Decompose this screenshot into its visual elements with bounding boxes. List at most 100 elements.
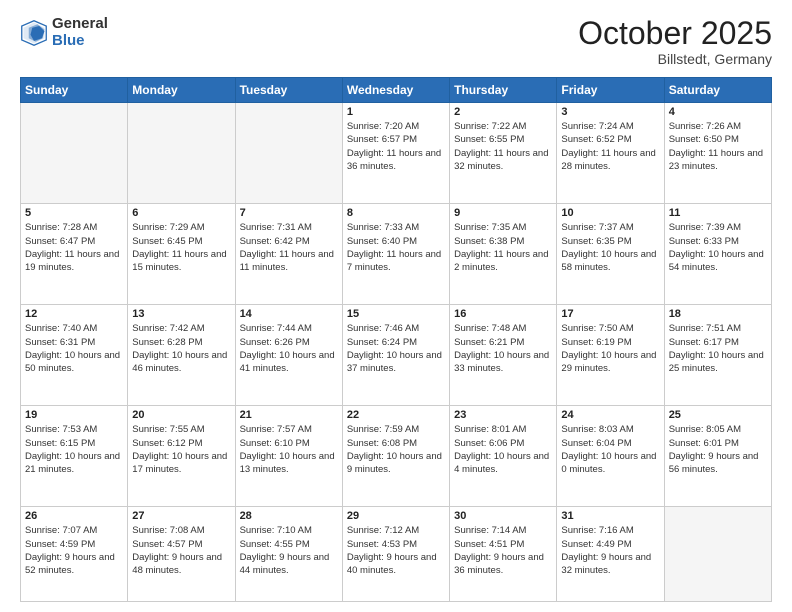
col-sunday: Sunday — [21, 78, 128, 103]
day-info: Sunrise: 7:33 AM Sunset: 6:40 PM Dayligh… — [347, 221, 445, 274]
day-info: Sunrise: 7:24 AM Sunset: 6:52 PM Dayligh… — [561, 120, 659, 173]
day-cell-w2-d2: 7Sunrise: 7:31 AM Sunset: 6:42 PM Daylig… — [235, 204, 342, 305]
col-friday: Friday — [557, 78, 664, 103]
day-cell-w4-d6: 25 Sunrise: 8:05 AM Sunset: 6:01 PM Dayli… — [664, 406, 771, 507]
day-info: Sunrise: 7:35 AM Sunset: 6:38 PM Dayligh… — [454, 221, 552, 274]
day-info: Sunrise: 7:51 AM Sunset: 6:17 PM Dayligh… — [669, 322, 767, 375]
day-number: 4 — [669, 106, 767, 118]
day-number: 15 — [347, 308, 445, 320]
day-number: 1 — [347, 106, 445, 118]
month-title: October 2025 — [578, 16, 772, 51]
day-cell-w1-d2 — [235, 103, 342, 204]
col-thursday: Thursday — [450, 78, 557, 103]
day-cell-w5-d2: 28 Sunrise: 7:10 AM Sunset: 4:55 PM Dayli… — [235, 507, 342, 602]
calendar-table: Sunday Monday Tuesday Wednesday Thursday… — [20, 77, 772, 602]
day-number: 8 — [347, 207, 445, 219]
logo-icon — [20, 19, 48, 47]
day-number: 2 — [454, 106, 552, 118]
day-cell-w5-d3: 29Sunrise: 7:12 AM Sunset: 4:53 PM Dayli… — [342, 507, 449, 602]
day-number: 13 — [132, 308, 230, 320]
day-info: Sunrise: 8:01 AM Sunset: 6:06 PM Dayligh… — [454, 423, 552, 476]
day-number: 9 — [454, 207, 552, 219]
day-cell-w3-d6: 18 Sunrise: 7:51 AM Sunset: 6:17 PM Dayli… — [664, 305, 771, 406]
week-row-2: 5 Sunrise: 7:28 AM Sunset: 6:47 PM Daylig… — [21, 204, 772, 305]
day-info: Sunrise: 7:20 AM Sunset: 6:57 PM Dayligh… — [347, 120, 445, 173]
day-cell-w4-d2: 21Sunrise: 7:57 AM Sunset: 6:10 PM Dayli… — [235, 406, 342, 507]
day-number: 19 — [25, 409, 123, 421]
day-info: Sunrise: 7:53 AM Sunset: 6:15 PM Dayligh… — [25, 423, 123, 476]
day-info: Sunrise: 7:55 AM Sunset: 6:12 PM Dayligh… — [132, 423, 230, 476]
day-cell-w5-d5: 31 Sunrise: 7:16 AM Sunset: 4:49 PM Dayli… — [557, 507, 664, 602]
col-monday: Monday — [128, 78, 235, 103]
day-cell-w3-d2: 14 Sunrise: 7:44 AM Sunset: 6:26 PM Dayli… — [235, 305, 342, 406]
day-cell-w1-d5: 3 Sunrise: 7:24 AM Sunset: 6:52 PM Daylig… — [557, 103, 664, 204]
day-info: Sunrise: 7:48 AM Sunset: 6:21 PM Dayligh… — [454, 322, 552, 375]
day-info: Sunrise: 8:03 AM Sunset: 6:04 PM Dayligh… — [561, 423, 659, 476]
logo-text: General Blue — [52, 16, 108, 49]
title-block: October 2025 Billstedt, Germany — [578, 16, 772, 67]
day-number: 18 — [669, 308, 767, 320]
day-info: Sunrise: 7:07 AM Sunset: 4:59 PM Dayligh… — [25, 524, 123, 577]
day-info: Sunrise: 7:14 AM Sunset: 4:51 PM Dayligh… — [454, 524, 552, 577]
day-cell-w3-d1: 13 Sunrise: 7:42 AM Sunset: 6:28 PM Dayli… — [128, 305, 235, 406]
day-cell-w4-d0: 19 Sunrise: 7:53 AM Sunset: 6:15 PM Dayli… — [21, 406, 128, 507]
day-number: 14 — [240, 308, 338, 320]
location-subtitle: Billstedt, Germany — [578, 51, 772, 67]
day-info: Sunrise: 7:26 AM Sunset: 6:50 PM Dayligh… — [669, 120, 767, 173]
day-cell-w5-d6 — [664, 507, 771, 602]
logo-blue-label: Blue — [52, 33, 108, 50]
day-number: 31 — [561, 510, 659, 522]
day-info: Sunrise: 7:16 AM Sunset: 4:49 PM Dayligh… — [561, 524, 659, 577]
day-number: 22 — [347, 409, 445, 421]
logo-general-label: General — [52, 16, 108, 33]
week-row-3: 12 Sunrise: 7:40 AM Sunset: 6:31 PM Dayli… — [21, 305, 772, 406]
day-cell-w3-d4: 16 Sunrise: 7:48 AM Sunset: 6:21 PM Dayli… — [450, 305, 557, 406]
day-number: 16 — [454, 308, 552, 320]
day-number: 7 — [240, 207, 338, 219]
day-cell-w1-d1 — [128, 103, 235, 204]
day-cell-w4-d4: 23 Sunrise: 8:01 AM Sunset: 6:06 PM Dayli… — [450, 406, 557, 507]
day-number: 28 — [240, 510, 338, 522]
day-cell-w4-d5: 24Sunrise: 8:03 AM Sunset: 6:04 PM Dayli… — [557, 406, 664, 507]
day-info: Sunrise: 7:40 AM Sunset: 6:31 PM Dayligh… — [25, 322, 123, 375]
day-cell-w3-d0: 12 Sunrise: 7:40 AM Sunset: 6:31 PM Dayli… — [21, 305, 128, 406]
day-number: 29 — [347, 510, 445, 522]
day-number: 23 — [454, 409, 552, 421]
day-cell-w2-d1: 6Sunrise: 7:29 AM Sunset: 6:45 PM Daylig… — [128, 204, 235, 305]
day-cell-w3-d3: 15Sunrise: 7:46 AM Sunset: 6:24 PM Dayli… — [342, 305, 449, 406]
logo: General Blue — [20, 16, 108, 49]
day-cell-w2-d0: 5 Sunrise: 7:28 AM Sunset: 6:47 PM Daylig… — [21, 204, 128, 305]
day-info: Sunrise: 7:28 AM Sunset: 6:47 PM Dayligh… — [25, 221, 123, 274]
day-info: Sunrise: 7:08 AM Sunset: 4:57 PM Dayligh… — [132, 524, 230, 577]
day-number: 12 — [25, 308, 123, 320]
day-number: 27 — [132, 510, 230, 522]
day-info: Sunrise: 7:22 AM Sunset: 6:55 PM Dayligh… — [454, 120, 552, 173]
day-number: 20 — [132, 409, 230, 421]
day-number: 5 — [25, 207, 123, 219]
header: General Blue October 2025 Billstedt, Ger… — [20, 16, 772, 67]
day-cell-w1-d4: 2 Sunrise: 7:22 AM Sunset: 6:55 PM Daylig… — [450, 103, 557, 204]
day-info: Sunrise: 7:39 AM Sunset: 6:33 PM Dayligh… — [669, 221, 767, 274]
day-cell-w5-d1: 27 Sunrise: 7:08 AM Sunset: 4:57 PM Dayli… — [128, 507, 235, 602]
day-info: Sunrise: 7:42 AM Sunset: 6:28 PM Dayligh… — [132, 322, 230, 375]
day-cell-w1-d6: 4 Sunrise: 7:26 AM Sunset: 6:50 PM Daylig… — [664, 103, 771, 204]
day-cell-w1-d3: 1 Sunrise: 7:20 AM Sunset: 6:57 PM Daylig… — [342, 103, 449, 204]
col-saturday: Saturday — [664, 78, 771, 103]
day-number: 11 — [669, 207, 767, 219]
day-info: Sunrise: 7:44 AM Sunset: 6:26 PM Dayligh… — [240, 322, 338, 375]
day-info: Sunrise: 8:05 AM Sunset: 6:01 PM Dayligh… — [669, 423, 767, 476]
day-info: Sunrise: 7:50 AM Sunset: 6:19 PM Dayligh… — [561, 322, 659, 375]
week-row-4: 19 Sunrise: 7:53 AM Sunset: 6:15 PM Dayli… — [21, 406, 772, 507]
day-info: Sunrise: 7:29 AM Sunset: 6:45 PM Dayligh… — [132, 221, 230, 274]
day-info: Sunrise: 7:10 AM Sunset: 4:55 PM Dayligh… — [240, 524, 338, 577]
day-number: 3 — [561, 106, 659, 118]
day-cell-w4-d3: 22Sunrise: 7:59 AM Sunset: 6:08 PM Dayli… — [342, 406, 449, 507]
day-cell-w3-d5: 17Sunrise: 7:50 AM Sunset: 6:19 PM Dayli… — [557, 305, 664, 406]
day-info: Sunrise: 7:37 AM Sunset: 6:35 PM Dayligh… — [561, 221, 659, 274]
day-cell-w2-d6: 11 Sunrise: 7:39 AM Sunset: 6:33 PM Dayli… — [664, 204, 771, 305]
day-number: 25 — [669, 409, 767, 421]
day-cell-w5-d4: 30Sunrise: 7:14 AM Sunset: 4:51 PM Dayli… — [450, 507, 557, 602]
day-number: 10 — [561, 207, 659, 219]
week-row-1: 1 Sunrise: 7:20 AM Sunset: 6:57 PM Daylig… — [21, 103, 772, 204]
day-cell-w5-d0: 26Sunrise: 7:07 AM Sunset: 4:59 PM Dayli… — [21, 507, 128, 602]
